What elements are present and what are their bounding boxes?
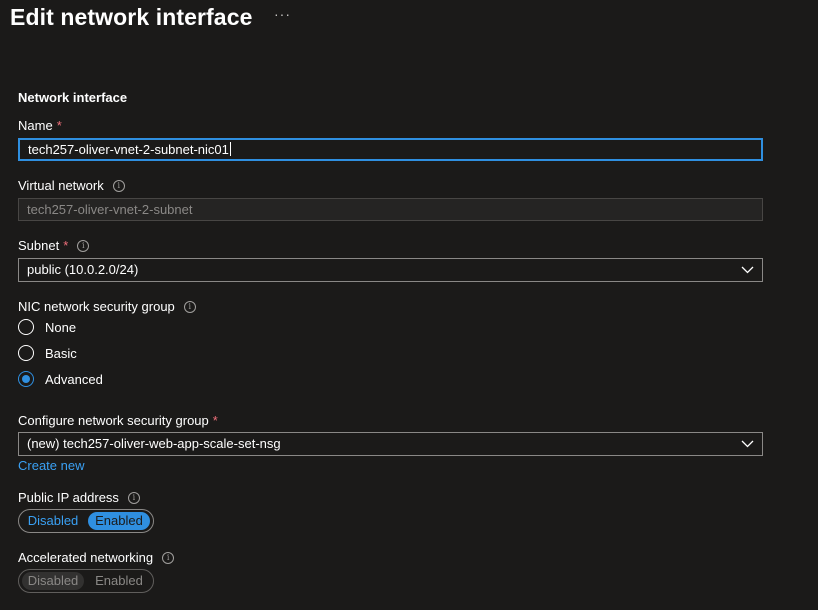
accelerated-networking-label-text: Accelerated networking bbox=[18, 550, 154, 565]
subnet-dropdown[interactable]: public (10.0.2.0/24) bbox=[18, 258, 763, 282]
nsg-label: NIC network security group i bbox=[18, 299, 196, 314]
info-icon[interactable]: i bbox=[127, 491, 140, 504]
name-input-value: tech257-oliver-vnet-2-subnet-nic01 bbox=[28, 142, 229, 157]
create-new-link[interactable]: Create new bbox=[18, 458, 84, 473]
required-marker: * bbox=[63, 238, 69, 253]
configure-nsg-label: Configure network security group * bbox=[18, 413, 218, 428]
toggle-disabled-option[interactable]: Disabled bbox=[22, 512, 84, 530]
radio-advanced-label: Advanced bbox=[45, 371, 103, 387]
radio-basic[interactable]: Basic bbox=[18, 345, 77, 361]
radio-advanced[interactable]: Advanced bbox=[18, 371, 103, 387]
toggle-enabled-option: Enabled bbox=[95, 573, 143, 588]
required-marker: * bbox=[56, 118, 62, 133]
radio-circle-selected[interactable] bbox=[18, 371, 34, 387]
info-icon[interactable]: i bbox=[77, 239, 90, 252]
configure-nsg-selected-value: (new) tech257-oliver-web-app-scale-set-n… bbox=[27, 436, 281, 451]
public-ip-toggle[interactable]: Disabled Enabled bbox=[18, 509, 154, 533]
public-ip-label: Public IP address i bbox=[18, 490, 140, 505]
configure-nsg-dropdown[interactable]: (new) tech257-oliver-web-app-scale-set-n… bbox=[18, 432, 763, 456]
subnet-label: Subnet * i bbox=[18, 238, 90, 253]
name-input[interactable]: tech257-oliver-vnet-2-subnet-nic01 bbox=[18, 138, 763, 161]
subnet-label-text: Subnet bbox=[18, 238, 60, 253]
chevron-down-icon bbox=[741, 440, 754, 448]
required-marker: * bbox=[212, 413, 218, 428]
subnet-selected-value: public (10.0.2.0/24) bbox=[27, 262, 139, 277]
page-title: Edit network interface bbox=[10, 4, 253, 30]
info-icon[interactable]: i bbox=[162, 551, 175, 564]
radio-circle[interactable] bbox=[18, 319, 34, 335]
info-icon[interactable]: i bbox=[112, 179, 125, 192]
radio-circle[interactable] bbox=[18, 345, 34, 361]
accelerated-networking-toggle: Disabled Enabled bbox=[18, 569, 154, 593]
toggle-disabled-option: Disabled bbox=[22, 572, 84, 590]
more-options-button[interactable]: ··· bbox=[274, 6, 291, 22]
name-label: Name * bbox=[18, 118, 62, 133]
virtual-network-label-text: Virtual network bbox=[18, 178, 104, 193]
radio-none[interactable]: None bbox=[18, 319, 76, 335]
virtual-network-value: tech257-oliver-vnet-2-subnet bbox=[27, 202, 193, 217]
accelerated-networking-label: Accelerated networking i bbox=[18, 550, 175, 565]
chevron-down-icon bbox=[741, 266, 754, 274]
public-ip-label-text: Public IP address bbox=[18, 490, 119, 505]
name-label-text: Name bbox=[18, 118, 53, 133]
text-cursor bbox=[229, 142, 231, 156]
radio-none-label: None bbox=[45, 319, 77, 335]
virtual-network-label: Virtual network i bbox=[18, 178, 125, 193]
virtual-network-field: tech257-oliver-vnet-2-subnet bbox=[18, 198, 763, 221]
toggle-enabled-option[interactable]: Enabled bbox=[88, 512, 150, 530]
nsg-label-text: NIC network security group bbox=[18, 299, 175, 314]
section-title: Network interface bbox=[18, 90, 128, 105]
configure-nsg-label-text: Configure network security group bbox=[18, 413, 209, 428]
info-icon[interactable]: i bbox=[183, 300, 196, 313]
radio-basic-label: Basic bbox=[45, 345, 77, 361]
